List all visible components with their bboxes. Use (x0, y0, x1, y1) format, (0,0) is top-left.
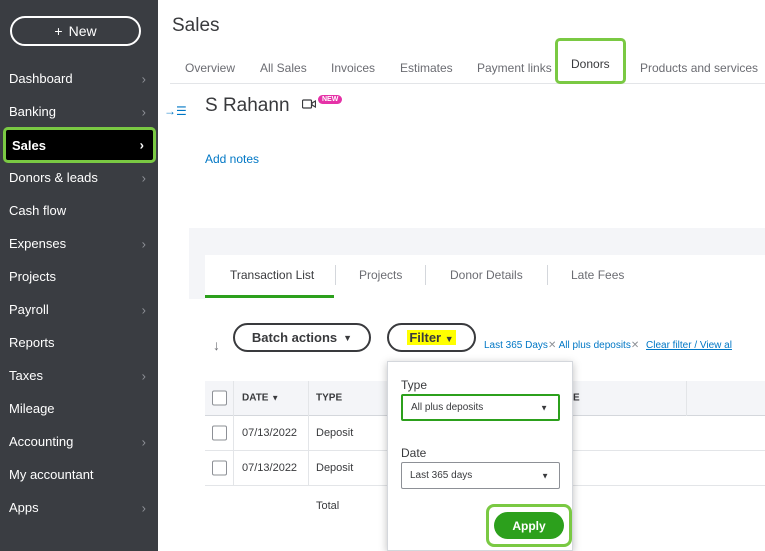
subtab-transaction-list[interactable]: Transaction List (230, 268, 314, 282)
subtab-divider (547, 265, 548, 285)
tab-invoices[interactable]: Invoices (331, 61, 375, 75)
sidebar-item-banking[interactable]: Banking › (0, 95, 158, 128)
filter-dropdown-panel: Type All plus deposits ▼ Date Last 365 d… (387, 361, 573, 551)
sidebar-item-cash-flow[interactable]: Cash flow (0, 194, 158, 227)
row-checkbox[interactable] (212, 460, 227, 476)
subtab-projects[interactable]: Projects (359, 268, 402, 282)
sidebar-item-my-accountant[interactable]: My accountant (0, 458, 158, 491)
sales-tabs: Overview All Sales Invoices Estimates Pa… (170, 38, 765, 84)
filter-button[interactable]: Filter ▼ (387, 323, 476, 352)
sidebar-item-taxes[interactable]: Taxes › (0, 359, 158, 392)
column-divider (233, 451, 234, 486)
tab-payment-links[interactable]: Payment links (477, 61, 552, 75)
caret-down-icon: ▼ (444, 334, 454, 344)
chevron-right-icon: › (141, 302, 146, 317)
caret-down-icon: ▼ (343, 332, 353, 343)
tab-estimates[interactable]: Estimates (400, 61, 453, 75)
filter-label: Filter ▼ (407, 330, 456, 345)
sidebar-item-apps[interactable]: Apps › (0, 491, 158, 524)
type-label: Type (401, 378, 428, 392)
chevron-right-icon: › (141, 71, 146, 86)
date-label: Date (401, 446, 427, 460)
column-divider (233, 381, 234, 416)
tab-products-services[interactable]: Products and services (640, 61, 758, 75)
select-all-checkbox[interactable] (212, 390, 227, 406)
chevron-right-icon: › (141, 500, 146, 515)
expand-panel-icon[interactable]: →☰ (164, 104, 187, 118)
sidebar-item-mileage[interactable]: Mileage (0, 392, 158, 425)
tab-overview[interactable]: Overview (185, 61, 235, 75)
new-button[interactable]: + New (10, 16, 141, 46)
subtab-divider (335, 265, 336, 285)
close-icon[interactable]: ✕ (631, 340, 639, 351)
total-label: Total (316, 500, 340, 512)
plus-icon: + (54, 23, 63, 39)
sort-down-icon: ▼ (271, 393, 280, 403)
add-notes-link[interactable]: Add notes (205, 152, 259, 166)
new-button-label: New (68, 23, 97, 39)
chevron-right-icon: › (141, 434, 146, 449)
column-divider (233, 416, 234, 451)
clear-filter-link[interactable]: Clear filter / View al (646, 340, 732, 351)
row-checkbox[interactable] (212, 425, 227, 441)
column-divider (686, 381, 687, 416)
video-icon[interactable] (302, 99, 316, 109)
chevron-right-icon: › (141, 368, 146, 383)
active-filter-tags: Last 365 Days✕ All plus deposits✕ Clear … (484, 340, 732, 351)
sidebar-item-donors-leads[interactable]: Donors & leads › (0, 161, 158, 194)
column-divider (308, 381, 309, 416)
sidebar-item-reports[interactable]: Reports (0, 326, 158, 359)
chevron-right-icon: › (141, 170, 146, 185)
chevron-right-icon: › (141, 236, 146, 251)
apply-button-highlight: Apply (486, 504, 572, 547)
column-divider (308, 416, 309, 451)
caret-down-icon: ▼ (540, 403, 548, 412)
filter-tag-date[interactable]: Last 365 Days (484, 340, 548, 351)
subtab-donor-details[interactable]: Donor Details (450, 268, 523, 282)
sidebar: + New Dashboard › Banking › Sales › Donors … (0, 0, 158, 551)
tab-all-sales[interactable]: All Sales (260, 61, 307, 75)
page-title: Sales (172, 15, 220, 36)
caret-down-icon: ▼ (541, 471, 549, 480)
row-date: 07/13/2022 (242, 427, 298, 439)
row-type: Deposit (316, 427, 354, 439)
type-select[interactable]: All plus deposits ▼ (401, 394, 560, 421)
sidebar-item-payroll[interactable]: Payroll › (0, 293, 158, 326)
column-header-date[interactable]: DATE ▼ (242, 393, 279, 404)
close-icon[interactable]: ✕ (548, 340, 556, 351)
tab-donors[interactable]: Donors (555, 38, 626, 84)
column-header-type[interactable]: TYPE (316, 393, 342, 404)
subtab-divider (425, 265, 426, 285)
row-date: 07/13/2022 (242, 462, 298, 474)
donor-subtabs: Transaction List Projects Donor Details … (205, 255, 765, 299)
sort-icon[interactable]: ↓ (213, 337, 220, 353)
sidebar-item-dashboard[interactable]: Dashboard › (0, 62, 158, 95)
row-type: Deposit (316, 462, 354, 474)
new-badge: NEW (318, 95, 343, 104)
subtab-late-fees[interactable]: Late Fees (571, 268, 624, 282)
sidebar-item-expenses[interactable]: Expenses › (0, 227, 158, 260)
date-select[interactable]: Last 365 days ▼ (401, 462, 560, 489)
sidebar-item-sales[interactable]: Sales › (3, 127, 156, 163)
chevron-right-icon: › (139, 137, 144, 153)
chevron-right-icon: › (141, 104, 146, 119)
sidebar-item-accounting[interactable]: Accounting › (0, 425, 158, 458)
active-tab-indicator (205, 295, 334, 298)
batch-actions-button[interactable]: Batch actions ▼ (233, 323, 371, 352)
column-header-partial[interactable]: E (573, 393, 580, 404)
donor-name: S Rahann (205, 95, 290, 116)
filter-tag-type[interactable]: All plus deposits (559, 340, 631, 351)
apply-button[interactable]: Apply (494, 512, 564, 539)
column-divider (308, 451, 309, 486)
sidebar-item-projects[interactable]: Projects (0, 260, 158, 293)
